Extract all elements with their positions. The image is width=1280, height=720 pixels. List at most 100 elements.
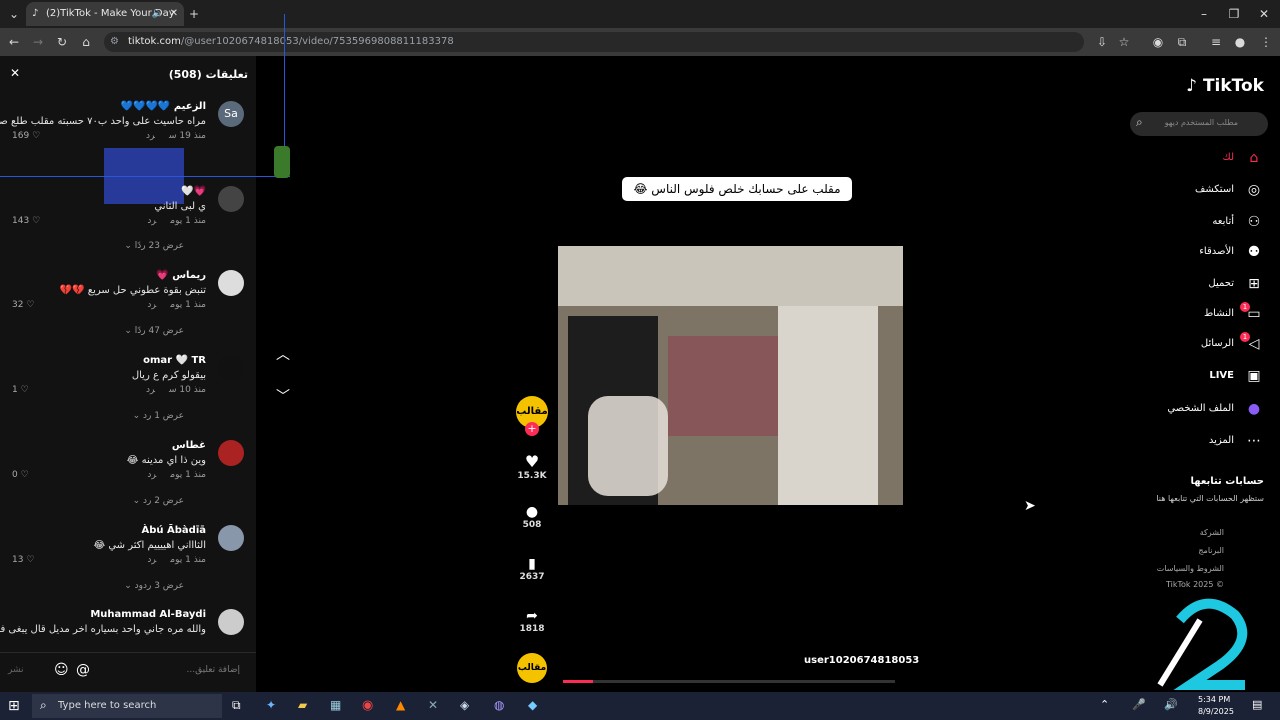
comment-author[interactable]: ريماس 💗 bbox=[156, 270, 206, 281]
app-icon[interactable]: ◍ bbox=[494, 698, 504, 712]
avatar[interactable] bbox=[218, 609, 244, 635]
home-browser-icon[interactable]: ⌂ bbox=[76, 28, 96, 56]
close-comments-icon[interactable]: ✕ bbox=[10, 66, 20, 80]
reply-button[interactable]: رد bbox=[147, 300, 156, 310]
comment-item[interactable]: غطاس وين ذا اي مدينه 😂 منذ 1 يوم رد 0 ♡ bbox=[8, 440, 248, 490]
next-video-button[interactable]: ﹀ bbox=[270, 384, 296, 410]
chrome-icon[interactable]: ◉ bbox=[362, 698, 373, 713]
post-button[interactable]: نشر bbox=[8, 665, 24, 675]
avatar[interactable] bbox=[218, 525, 244, 551]
nav-profile[interactable]: ● الملف الشخصي bbox=[1134, 399, 1264, 419]
share-button[interactable]: ➦ 1818 bbox=[516, 608, 548, 634]
app-icon[interactable]: ▲ bbox=[396, 698, 405, 712]
close-window-icon[interactable]: ✕ bbox=[1254, 0, 1274, 28]
avatar[interactable] bbox=[218, 186, 244, 212]
comment-author[interactable]: omar 🤍 TR bbox=[143, 355, 206, 366]
app-icon[interactable]: ✕ bbox=[428, 698, 438, 712]
comment-item[interactable]: Muhammad Al-Baydi والله مره جاني واحد بس… bbox=[0, 609, 248, 649]
volume-icon[interactable]: 🔊 bbox=[1164, 698, 1178, 711]
comment-author[interactable]: Àbú Ābàdīā bbox=[142, 525, 206, 536]
taskbar-date[interactable]: 8/9/2025 bbox=[1198, 707, 1234, 716]
tiktok-logo[interactable]: ♪ TikTok bbox=[1186, 76, 1264, 96]
reload-icon[interactable]: ↻ bbox=[52, 28, 72, 56]
avatar[interactable] bbox=[218, 355, 244, 381]
search-icon[interactable]: ⌕ bbox=[1136, 115, 1143, 130]
save-button[interactable]: ▮ 2637 bbox=[516, 556, 548, 582]
browser-tab[interactable]: ♪ (2)TikTok - Make Your Day 🔈 ✕ bbox=[26, 2, 184, 26]
video-progress-track[interactable] bbox=[563, 680, 895, 683]
comment-author[interactable]: Muhammad Al-Baydi bbox=[90, 609, 206, 620]
footer-company-link[interactable]: الشركة bbox=[1200, 528, 1224, 537]
heart-icon[interactable]: ♡ bbox=[21, 385, 29, 395]
tab-menu-icon[interactable]: ⌄ bbox=[4, 0, 24, 28]
heart-icon[interactable]: ♡ bbox=[32, 216, 40, 226]
previous-video-button[interactable]: ︿ bbox=[270, 342, 296, 368]
nav-more[interactable]: ⋯ المزيد bbox=[1134, 431, 1264, 451]
search-box[interactable]: مطلب المستخدم ديهو ⌕ bbox=[1130, 112, 1268, 136]
avatar[interactable]: Sa bbox=[218, 101, 244, 127]
taskbar-search-box[interactable]: ⌕ Type here to search bbox=[32, 694, 222, 718]
reply-button[interactable]: رد bbox=[146, 131, 155, 141]
profile-browser-icon[interactable]: ● bbox=[1230, 28, 1250, 56]
emoji-icon[interactable]: ☺ bbox=[54, 662, 69, 678]
nav-explore[interactable]: ◎ استكشف bbox=[1134, 180, 1264, 200]
reply-button[interactable]: رد bbox=[146, 385, 155, 395]
mention-icon[interactable]: @ bbox=[76, 662, 90, 678]
windows-start-icon[interactable]: ⊞ bbox=[8, 698, 20, 714]
steam-icon[interactable]: ◈ bbox=[460, 698, 469, 712]
forward-icon[interactable]: → bbox=[28, 28, 48, 56]
heart-icon[interactable]: ♡ bbox=[21, 470, 29, 480]
new-tab-icon[interactable]: + bbox=[184, 0, 204, 28]
heart-icon[interactable]: ♡ bbox=[32, 131, 40, 141]
taskbar-search-input[interactable]: Type here to search bbox=[58, 700, 156, 711]
comment-item[interactable]: 💗🤍 ي لبى الثاني منذ 1 يوم رد 143 ♡ bbox=[8, 186, 248, 236]
file-explorer-icon[interactable]: ▰ bbox=[298, 698, 307, 712]
music-disc[interactable]: مقالب bbox=[516, 653, 548, 683]
url-field[interactable]: ⚙ tiktok.com/@user1020674818053/video/75… bbox=[104, 32, 1084, 52]
view-replies-button[interactable]: عرض 3 ردود ⌄ bbox=[124, 581, 184, 591]
store-icon[interactable]: ▦ bbox=[330, 698, 341, 712]
view-replies-button[interactable]: عرض 23 ردًا ⌄ bbox=[124, 241, 184, 251]
heart-icon[interactable]: ♡ bbox=[26, 300, 34, 310]
bookmark-star-icon[interactable]: ☆ bbox=[1114, 28, 1134, 56]
view-replies-button[interactable]: عرض 47 ردًا ⌄ bbox=[124, 326, 184, 336]
notifications-icon[interactable]: ▤ bbox=[1252, 698, 1262, 711]
media-icon[interactable]: ≡ bbox=[1206, 28, 1226, 56]
comment-author[interactable]: غطاس bbox=[172, 440, 206, 451]
footer-terms-link[interactable]: الشروط والسياسات bbox=[1157, 564, 1224, 573]
comment-author[interactable]: 💗🤍 bbox=[181, 186, 206, 197]
search-input[interactable]: مطلب المستخدم ديهو bbox=[1165, 118, 1238, 127]
comment-input[interactable]: إضافة تعليق... bbox=[186, 665, 240, 675]
incognito-icon[interactable]: ◉ bbox=[1148, 28, 1168, 56]
tab-close-icon[interactable]: ✕ bbox=[170, 2, 178, 26]
install-icon[interactable]: ⇩ bbox=[1092, 28, 1112, 56]
tray-chevron-icon[interactable]: ⌃ bbox=[1100, 698, 1109, 711]
video-author[interactable]: user1020674818053 bbox=[804, 655, 919, 666]
comment-item[interactable]: ريماس 💗 تنبض بقوة عطوني حل سريع 💔💔 منذ 1… bbox=[8, 270, 248, 320]
app-icon[interactable]: ◆ bbox=[528, 698, 537, 712]
video-player[interactable] bbox=[558, 246, 903, 505]
nav-following[interactable]: ⚇ أتابعه bbox=[1134, 212, 1264, 232]
back-icon[interactable]: ← bbox=[4, 28, 24, 56]
maximize-icon[interactable]: ❐ bbox=[1224, 0, 1244, 28]
reply-button[interactable]: رد bbox=[147, 555, 156, 565]
comment-item[interactable]: Àbú Ābàdīā الثاااني اهييييم اكثر شي 😂 من… bbox=[8, 525, 248, 575]
comment-item[interactable]: Sa الزعيم 💙💙💙💙 مراه حاسيت على واحد ب٧٠ ح… bbox=[0, 101, 248, 151]
avatar[interactable] bbox=[218, 440, 244, 466]
reply-button[interactable]: رد bbox=[147, 470, 156, 480]
footer-program-link[interactable]: البرنامج bbox=[1198, 546, 1224, 555]
copilot-icon[interactable]: ✦ bbox=[266, 698, 276, 712]
view-replies-button[interactable]: عرض 2 رد ⌄ bbox=[133, 496, 184, 506]
reply-button[interactable]: رد bbox=[147, 216, 156, 226]
view-replies-button[interactable]: عرض 1 رد ⌄ bbox=[133, 411, 184, 421]
nav-activity[interactable]: ▭ 1 النشاط bbox=[1134, 302, 1264, 324]
browser-menu-icon[interactable]: ⋮ bbox=[1256, 28, 1276, 56]
task-view-icon[interactable]: ⧉ bbox=[232, 698, 241, 713]
taskbar-time[interactable]: 5:34 PM bbox=[1198, 695, 1230, 704]
minimize-icon[interactable]: – bbox=[1194, 0, 1214, 28]
extensions-icon[interactable]: ⧉ bbox=[1172, 28, 1192, 56]
heart-icon[interactable]: ♡ bbox=[26, 555, 34, 565]
like-button[interactable]: ♥ 15.3K bbox=[516, 452, 548, 481]
comment-button[interactable]: ● 508 bbox=[516, 504, 548, 530]
avatar[interactable] bbox=[218, 270, 244, 296]
